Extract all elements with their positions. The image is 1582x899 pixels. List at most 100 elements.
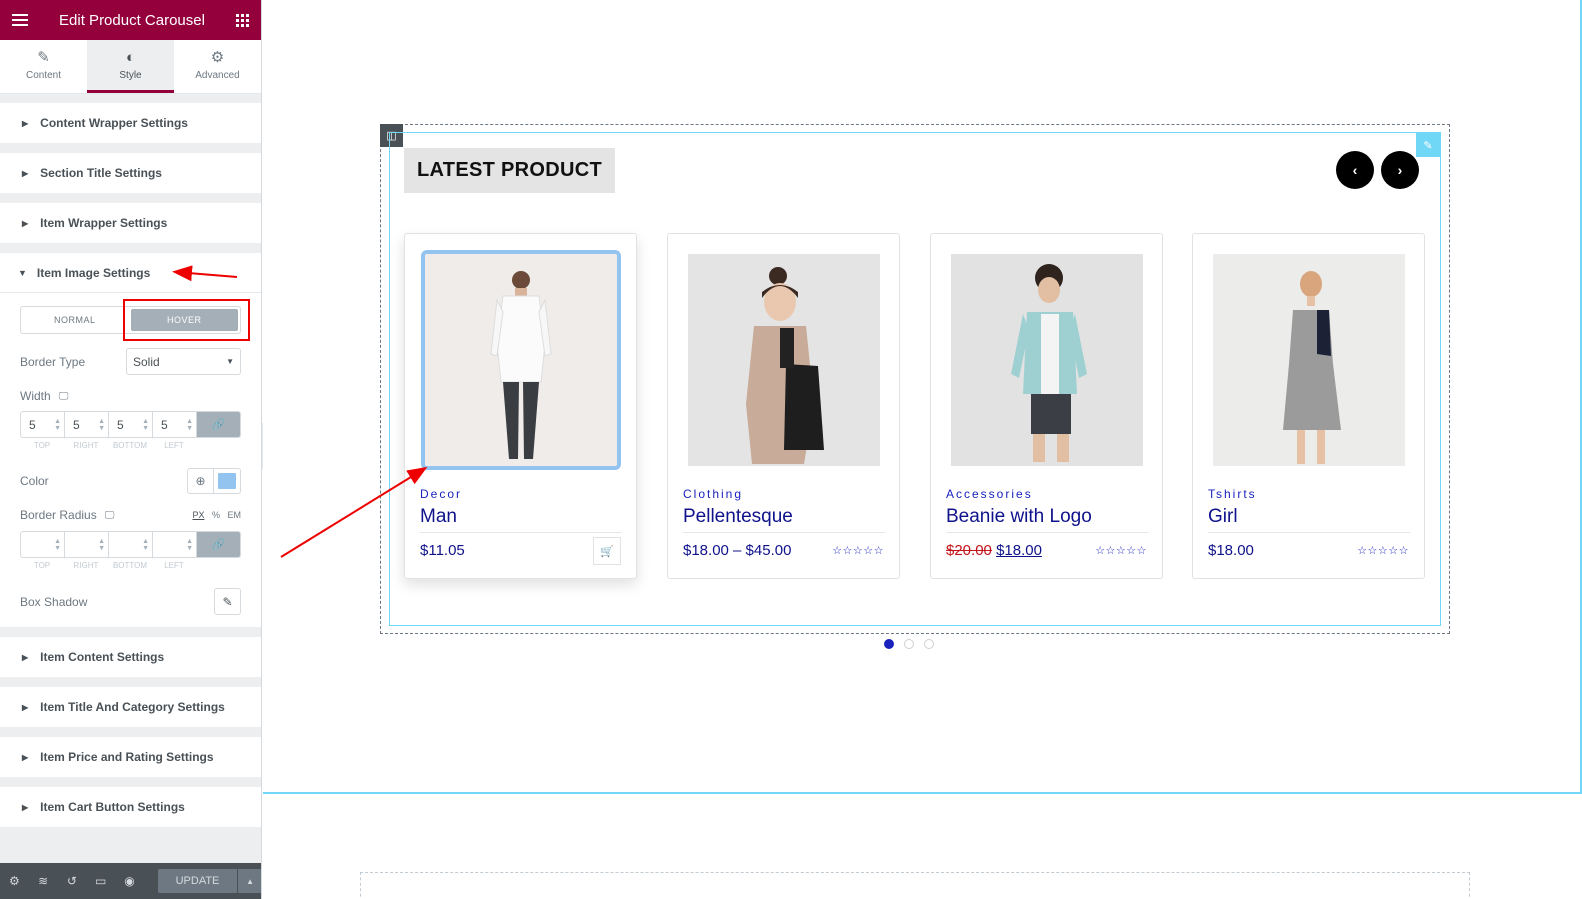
- section-section-title[interactable]: ▶ Section Title Settings: [0, 153, 261, 193]
- radius-right-input[interactable]: ▲ ▼: [65, 532, 109, 557]
- width-left-input[interactable]: 5 ▲ ▼: [153, 412, 197, 437]
- update-button[interactable]: UPDATE: [157, 869, 238, 893]
- radius-top-input[interactable]: ▲ ▼: [21, 532, 65, 557]
- product-card[interactable]: Decor Man $11.05 🛒: [404, 233, 637, 579]
- spinner-icon[interactable]: ▲ ▼: [142, 418, 149, 432]
- product-name[interactable]: Beanie with Logo: [946, 506, 1148, 533]
- product-image[interactable]: [421, 250, 621, 470]
- monitor-icon[interactable]: 🖵: [59, 391, 69, 402]
- settings-icon[interactable]: ⚙: [0, 874, 29, 888]
- carousel-dot[interactable]: [904, 639, 914, 649]
- section-label: Item Price and Rating Settings: [40, 750, 214, 764]
- spinner-icon[interactable]: ▲ ▼: [54, 418, 61, 432]
- carousel-dots: [884, 639, 934, 649]
- product-price: $18.00: [1208, 542, 1254, 559]
- width-right-input[interactable]: 5 ▲ ▼: [65, 412, 109, 437]
- responsive-icon[interactable]: ▭: [86, 874, 115, 888]
- product-card[interactable]: Clothing Pellentesque $18.00 – $45.00 ☆☆…: [667, 233, 900, 579]
- menu-icon[interactable]: [12, 14, 28, 26]
- unit-switcher: PX % EM: [192, 510, 241, 520]
- section-item-price-rating[interactable]: ▶ Item Price and Rating Settings: [0, 737, 261, 777]
- product-category[interactable]: Decor: [420, 487, 462, 501]
- widgets-grid-icon[interactable]: [236, 13, 249, 27]
- style-sections: ▶ Content Wrapper Settings ▶ Section Tit…: [0, 95, 261, 827]
- spinner-icon[interactable]: ▲ ▼: [98, 538, 105, 552]
- product-image[interactable]: [951, 254, 1143, 466]
- caret-right-icon: ▶: [22, 168, 29, 178]
- product-name[interactable]: Pellentesque: [683, 506, 885, 533]
- product-card[interactable]: Tshirts Girl $18.00 ☆☆☆☆☆: [1192, 233, 1425, 579]
- spinner-icon[interactable]: ▲ ▼: [186, 418, 193, 432]
- chevron-down-icon: ▼: [226, 357, 234, 366]
- spinner-icon[interactable]: ▲ ▼: [186, 538, 193, 552]
- product-category[interactable]: Accessories: [946, 487, 1033, 501]
- gear-icon: ⚙: [210, 48, 225, 66]
- tab-content[interactable]: ✎ Content: [0, 40, 87, 93]
- product-image[interactable]: [688, 254, 880, 466]
- unit-percent[interactable]: %: [212, 510, 220, 520]
- product-price: $20.00 $18.00: [946, 542, 1042, 559]
- section-label: Item Content Settings: [40, 650, 165, 664]
- radius-left-input[interactable]: ▲ ▼: [153, 532, 197, 557]
- color-label: Color: [20, 474, 49, 488]
- product-sale-price: $18.00: [996, 542, 1042, 559]
- link-values-button[interactable]: 🔗: [197, 532, 240, 557]
- section-label: Item Title And Category Settings: [40, 700, 225, 714]
- monitor-icon[interactable]: 🖵: [105, 510, 115, 521]
- color-swatch[interactable]: [214, 469, 240, 493]
- section-item-content[interactable]: ▶ Item Content Settings: [0, 637, 261, 677]
- empty-section-placeholder: [360, 872, 1470, 899]
- widget-edit-icon[interactable]: ✎: [1416, 133, 1440, 157]
- width-top-input[interactable]: 5 ▲ ▼: [21, 412, 65, 437]
- caret-right-icon: ▶: [22, 752, 29, 762]
- section-item-cart-button[interactable]: ▶ Item Cart Button Settings: [0, 787, 261, 827]
- width-label: Width: [20, 389, 51, 403]
- border-type-select[interactable]: Solid ▼: [126, 348, 241, 375]
- caret-right-icon: ▶: [22, 802, 29, 812]
- section-item-wrapper[interactable]: ▶ Item Wrapper Settings: [0, 203, 261, 243]
- unit-px[interactable]: PX: [192, 510, 204, 520]
- product-name[interactable]: Man: [420, 506, 622, 533]
- spinner-icon[interactable]: ▲ ▼: [54, 538, 61, 552]
- history-icon[interactable]: ↺: [58, 874, 87, 888]
- dim-label: LEFT: [164, 561, 184, 570]
- width-top-value: 5: [29, 417, 36, 432]
- carousel-prev-button[interactable]: ‹: [1336, 151, 1374, 189]
- carousel-dot[interactable]: [884, 639, 894, 649]
- tab-style-label: Style: [119, 69, 142, 81]
- tab-style[interactable]: ◐ Style: [87, 40, 174, 93]
- product-name[interactable]: Girl: [1208, 506, 1410, 533]
- section-content-wrapper[interactable]: ▶ Content Wrapper Settings: [0, 103, 261, 143]
- spinner-icon[interactable]: ▲ ▼: [98, 418, 105, 432]
- product-category[interactable]: Tshirts: [1208, 487, 1257, 501]
- section-item-image-header[interactable]: ▼ Item Image Settings: [0, 253, 261, 293]
- radius-bottom-input[interactable]: ▲ ▼: [109, 532, 153, 557]
- link-values-button[interactable]: 🔗: [197, 412, 240, 437]
- layers-icon[interactable]: ≋: [29, 874, 58, 888]
- dim-label: RIGHT: [73, 441, 99, 450]
- caret-down-icon: ▼: [18, 267, 27, 278]
- product-photo-dress: [1213, 254, 1405, 466]
- spinner-icon[interactable]: ▲ ▼: [142, 538, 149, 552]
- width-dim-labels: TOP RIGHT BOTTOM LEFT: [20, 441, 241, 450]
- section-label: Item Wrapper Settings: [40, 216, 168, 230]
- preview-eye-icon[interactable]: ◉: [115, 874, 144, 888]
- normal-tab[interactable]: NORMAL: [21, 307, 129, 333]
- radius-inputs: ▲ ▼ ▲ ▼ ▲ ▼ ▲ ▼ 🔗: [20, 531, 241, 558]
- globe-icon[interactable]: ⊕: [188, 469, 214, 493]
- product-category[interactable]: Clothing: [683, 487, 743, 501]
- box-shadow-edit-button[interactable]: ✎: [214, 588, 241, 615]
- product-image[interactable]: [1213, 254, 1405, 466]
- update-options-button[interactable]: ▲: [238, 869, 261, 893]
- section-item-title-category[interactable]: ▶ Item Title And Category Settings: [0, 687, 261, 727]
- carousel-dot[interactable]: [924, 639, 934, 649]
- width-bottom-input[interactable]: 5 ▲ ▼: [109, 412, 153, 437]
- border-type-value: Solid: [133, 354, 160, 369]
- dim-label: TOP: [33, 561, 51, 570]
- unit-em[interactable]: EM: [228, 510, 242, 520]
- panel-title: Edit Product Carousel: [59, 11, 205, 29]
- product-card[interactable]: Accessories Beanie with Logo $20.00 $18.…: [930, 233, 1163, 579]
- carousel-next-button[interactable]: ›: [1381, 151, 1419, 189]
- add-to-cart-button[interactable]: 🛒: [593, 537, 621, 565]
- tab-advanced[interactable]: ⚙ Advanced: [174, 40, 261, 93]
